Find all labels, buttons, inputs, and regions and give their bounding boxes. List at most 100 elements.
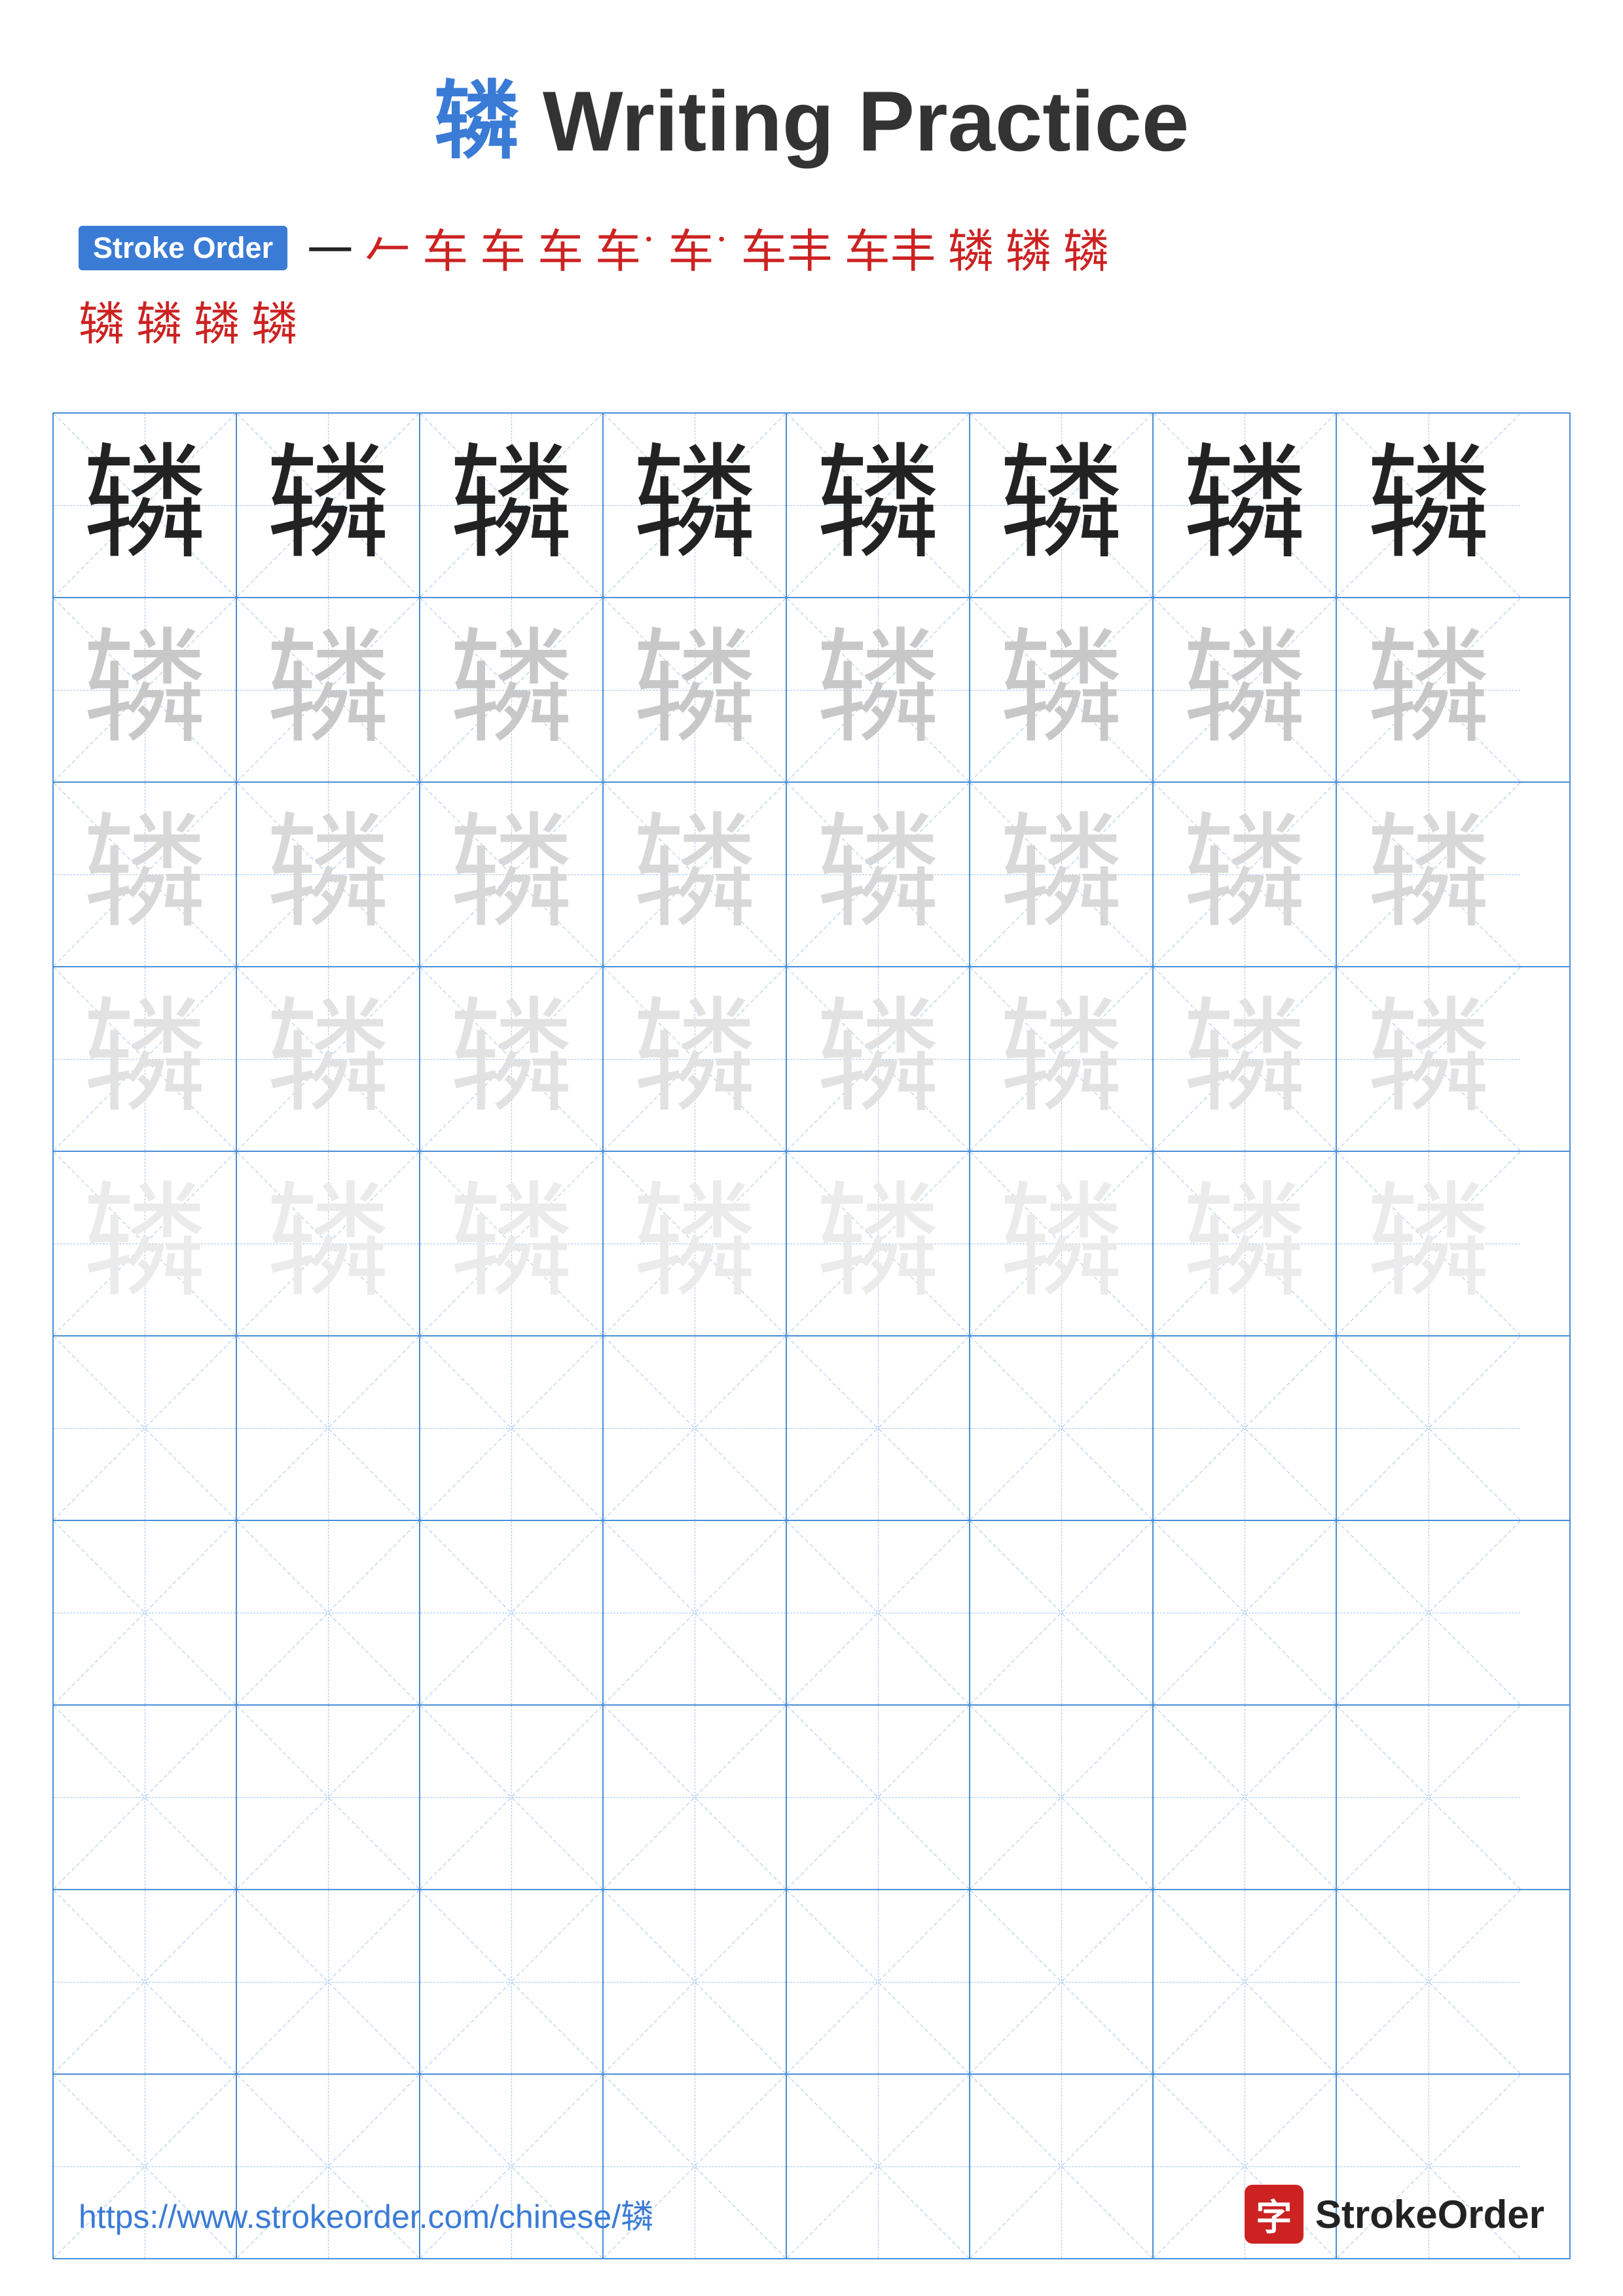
practice-char: 辚 xyxy=(82,628,207,752)
grid-cell[interactable] xyxy=(1154,1706,1337,1889)
grid-cell[interactable]: 辚 xyxy=(54,1152,237,1335)
grid-cell[interactable] xyxy=(1154,1521,1337,1704)
grid-cell[interactable] xyxy=(787,1521,970,1704)
stroke-chars-row1: 一 𠂉 车 车 车 车˙ 车˙ 车丰 车丰 辚 辚 辚 xyxy=(307,215,1109,281)
grid-cell[interactable] xyxy=(237,1706,420,1889)
grid-cell[interactable] xyxy=(604,1706,787,1889)
grid-cell[interactable] xyxy=(420,1706,604,1889)
practice-char: 辚 xyxy=(1182,812,1307,937)
grid-cell[interactable]: 辚 xyxy=(1154,783,1337,966)
stroke-char-3: 车 xyxy=(480,215,526,281)
grid-cell[interactable] xyxy=(970,1890,1154,2073)
grid-cell[interactable]: 辚 xyxy=(54,598,237,781)
grid-cell[interactable]: 辚 xyxy=(420,598,604,781)
grid-cell[interactable] xyxy=(420,1890,604,2073)
practice-char: 辚 xyxy=(1366,1181,1491,1306)
practice-char: 辚 xyxy=(816,443,940,567)
stroke-char-5: 车˙ xyxy=(595,215,656,281)
grid-cell[interactable] xyxy=(1337,1890,1520,2073)
grid-cell[interactable] xyxy=(970,1336,1154,1520)
grid-cell[interactable]: 辚 xyxy=(1154,1152,1337,1335)
grid-cell[interactable]: 辚 xyxy=(54,783,237,966)
stroke-char-11: 辚 xyxy=(1063,215,1109,281)
grid-cell[interactable] xyxy=(970,1706,1154,1889)
grid-cell[interactable]: 辚 xyxy=(604,598,787,781)
stroke-char-2: 车 xyxy=(422,215,468,281)
grid-cell[interactable]: 辚 xyxy=(970,783,1154,966)
grid-cell[interactable] xyxy=(1337,1706,1520,1889)
grid-cell[interactable]: 辚 xyxy=(970,967,1154,1151)
grid-row xyxy=(54,1336,1569,1521)
grid-cell[interactable] xyxy=(420,1521,604,1704)
practice-char: 辚 xyxy=(266,1181,390,1306)
practice-char: 辚 xyxy=(632,1181,757,1306)
grid-cell[interactable]: 辚 xyxy=(420,414,604,597)
grid-cell[interactable]: 辚 xyxy=(1337,967,1520,1151)
grid-cell[interactable]: 辚 xyxy=(237,967,420,1151)
grid-cell[interactable] xyxy=(54,1706,237,1889)
grid-cell[interactable]: 辚 xyxy=(787,967,970,1151)
practice-char: 辚 xyxy=(999,1181,1123,1306)
grid-cell[interactable]: 辚 xyxy=(970,1152,1154,1335)
grid-cell[interactable]: 辚 xyxy=(604,1152,787,1335)
practice-char: 辚 xyxy=(266,443,390,567)
grid-cell[interactable] xyxy=(237,1890,420,2073)
grid-cell[interactable]: 辚 xyxy=(1154,414,1337,597)
grid-cell[interactable]: 辚 xyxy=(1337,783,1520,966)
grid-cell[interactable]: 辚 xyxy=(1154,967,1337,1151)
grid-cell[interactable]: 辚 xyxy=(970,598,1154,781)
grid-cell[interactable]: 辚 xyxy=(54,967,237,1151)
grid-cell[interactable]: 辚 xyxy=(420,967,604,1151)
stroke-char-10: 辚 xyxy=(1006,215,1051,281)
grid-cell[interactable]: 辚 xyxy=(787,414,970,597)
practice-char: 辚 xyxy=(449,443,574,567)
grid-cell[interactable]: 辚 xyxy=(604,414,787,597)
grid-cell[interactable] xyxy=(1154,1890,1337,2073)
grid-cell[interactable] xyxy=(970,1521,1154,1704)
practice-char: 辚 xyxy=(82,997,207,1121)
grid-cell[interactable]: 辚 xyxy=(54,414,237,597)
grid-cell[interactable]: 辚 xyxy=(787,1152,970,1335)
grid-cell[interactable]: 辚 xyxy=(420,1152,604,1335)
practice-char: 辚 xyxy=(1182,628,1307,752)
grid-cell[interactable]: 辚 xyxy=(237,1152,420,1335)
grid-cell[interactable] xyxy=(420,1336,604,1520)
practice-char: 辚 xyxy=(999,628,1123,752)
grid-cell[interactable]: 辚 xyxy=(420,783,604,966)
grid-cell[interactable] xyxy=(54,1890,237,2073)
grid-cell[interactable] xyxy=(54,1521,237,1704)
stroke-order-row1: Stroke Order 一 𠂉 车 车 车 车˙ 车˙ 车丰 车丰 辚 辚 辚 xyxy=(79,215,1544,281)
grid-cell[interactable] xyxy=(604,1336,787,1520)
grid-cell[interactable] xyxy=(787,1706,970,1889)
practice-char: 辚 xyxy=(1366,628,1491,752)
practice-char: 辚 xyxy=(1366,997,1491,1121)
grid-cell[interactable]: 辚 xyxy=(604,967,787,1151)
grid-cell[interactable] xyxy=(787,1890,970,2073)
grid-cell[interactable]: 辚 xyxy=(237,598,420,781)
grid-cell[interactable]: 辚 xyxy=(787,598,970,781)
title-text: Writing Practice xyxy=(519,73,1189,169)
grid-cell[interactable] xyxy=(237,1521,420,1704)
grid-cell[interactable] xyxy=(237,1336,420,1520)
grid-cell[interactable] xyxy=(604,1521,787,1704)
grid-cell[interactable]: 辚 xyxy=(604,783,787,966)
grid-cell[interactable]: 辚 xyxy=(970,414,1154,597)
grid-cell[interactable]: 辚 xyxy=(787,783,970,966)
practice-char: 辚 xyxy=(999,997,1123,1121)
grid-cell[interactable] xyxy=(604,1890,787,2073)
grid-cell[interactable]: 辚 xyxy=(237,783,420,966)
grid-cell[interactable]: 辚 xyxy=(1337,414,1520,597)
practice-char: 辚 xyxy=(1366,443,1491,567)
grid-cell[interactable] xyxy=(54,1336,237,1520)
grid-cell[interactable] xyxy=(1154,1336,1337,1520)
grid-cell[interactable] xyxy=(787,1336,970,1520)
grid-cell[interactable]: 辚 xyxy=(237,414,420,597)
grid-row: 辚辚辚辚辚辚辚辚 xyxy=(54,783,1569,967)
grid-cell[interactable]: 辚 xyxy=(1154,598,1337,781)
page-header: 辚 Writing Practice xyxy=(0,0,1623,215)
grid-cell[interactable] xyxy=(1337,1521,1520,1704)
stroke-char-14: 辚 xyxy=(194,287,240,353)
grid-cell[interactable] xyxy=(1337,1336,1520,1520)
grid-cell[interactable]: 辚 xyxy=(1337,1152,1520,1335)
grid-cell[interactable]: 辚 xyxy=(1337,598,1520,781)
